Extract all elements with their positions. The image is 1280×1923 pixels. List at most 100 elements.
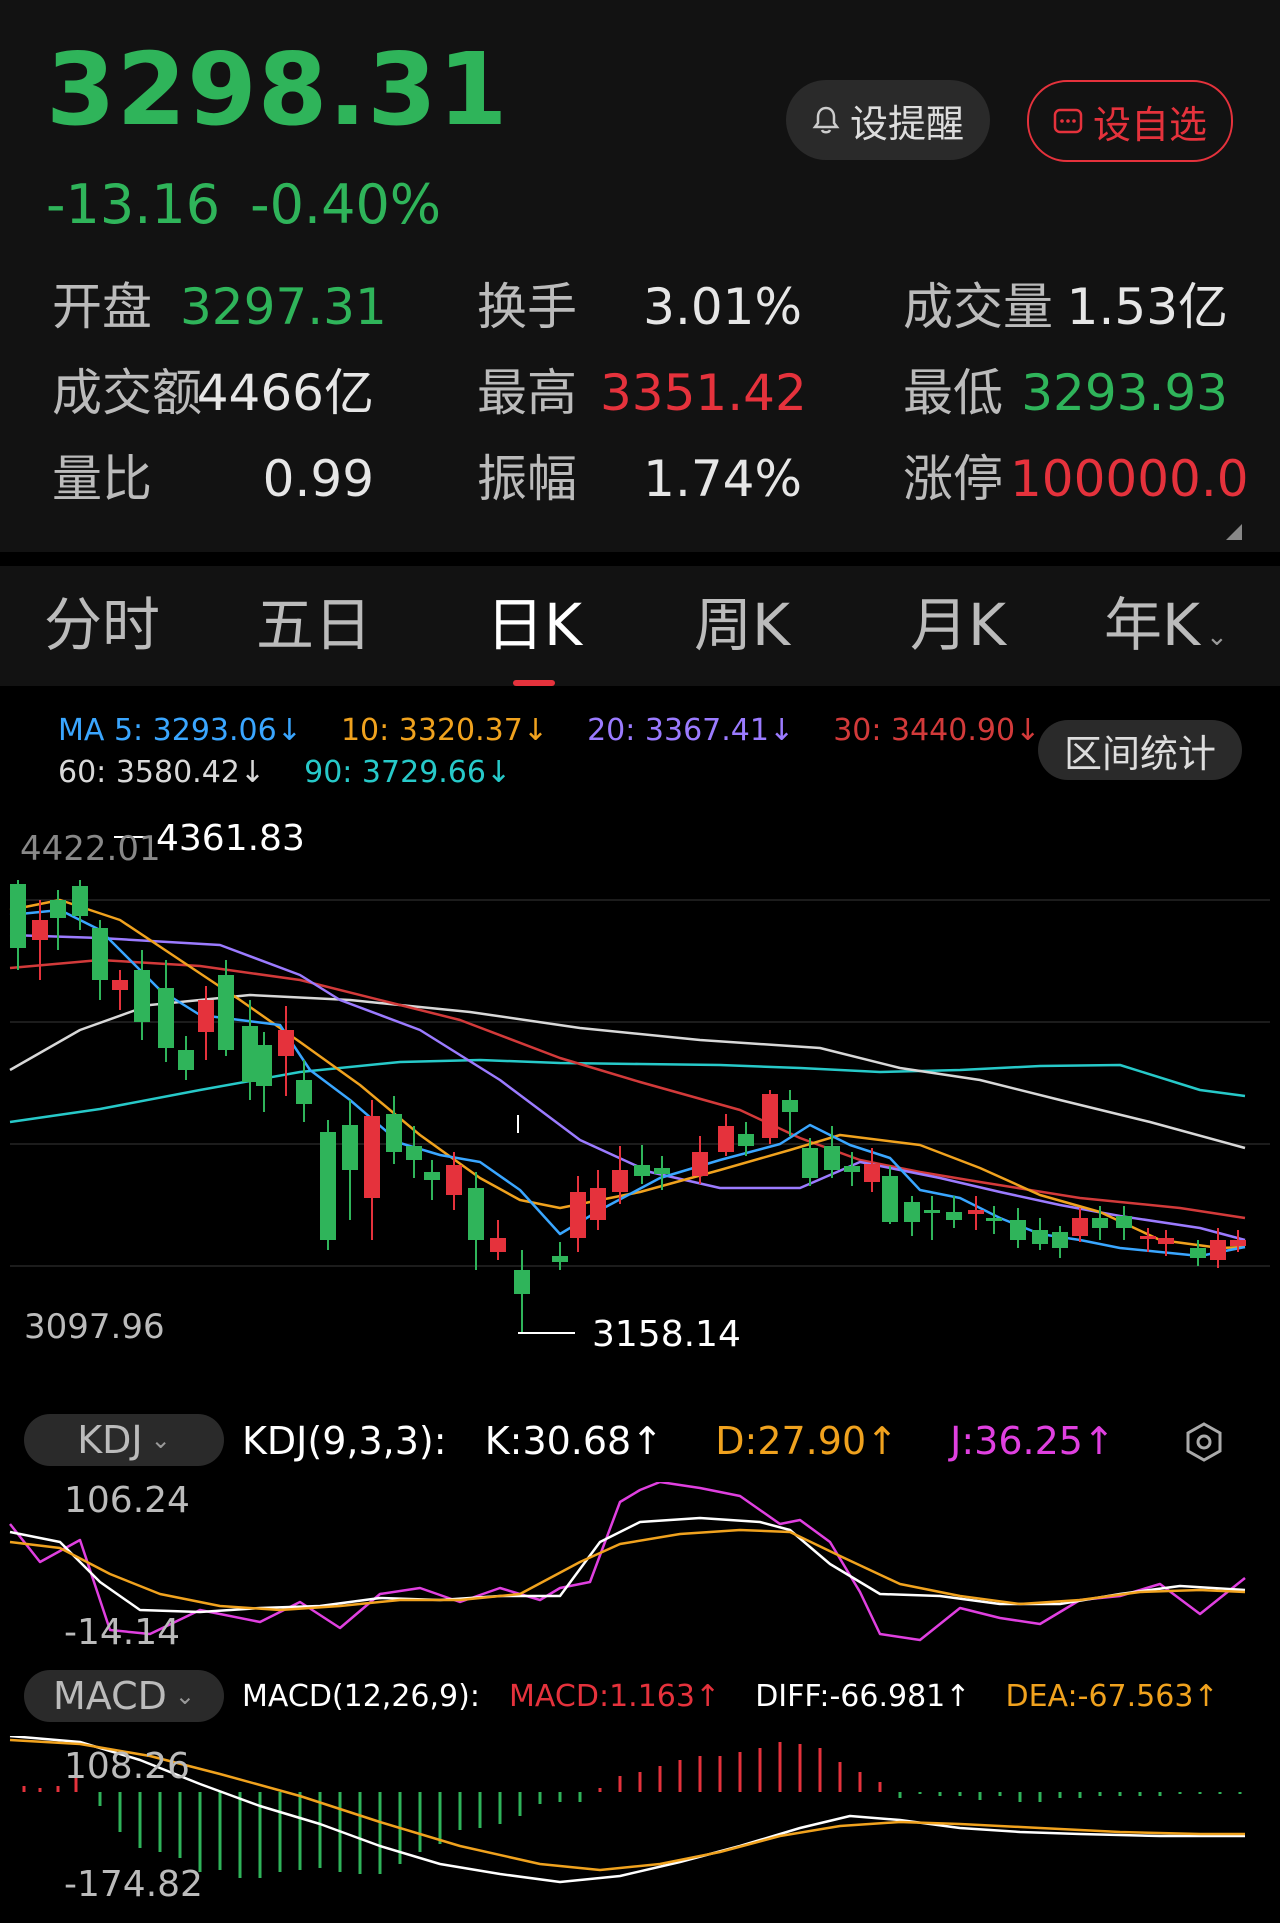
stat-value-volume: 1.53亿 [1066, 278, 1228, 336]
macd-dea-line [9, 1738, 1245, 1872]
macd-bar [918, 1792, 922, 1794]
candle-body [386, 1114, 402, 1152]
set-alert-button[interactable]: 设提醒 [786, 80, 990, 160]
macd-bar [538, 1792, 542, 1804]
candle-body [424, 1172, 440, 1180]
candle-body [1032, 1230, 1048, 1244]
macd-bar [38, 1788, 42, 1792]
kdj-y-top: 106.24 [64, 1482, 190, 1521]
bell-icon [812, 106, 840, 134]
candle-body [946, 1212, 962, 1220]
candle-body [468, 1188, 484, 1240]
macd-bar [1178, 1792, 1182, 1794]
macd-bar [678, 1760, 682, 1792]
kdj-chart[interactable]: 106.24 -14.14 [0, 1482, 1280, 1652]
macd-selector-label: MACD [52, 1674, 167, 1718]
set-alert-label: 设提醒 [849, 101, 964, 146]
macd-y-top: 108.26 [64, 1746, 190, 1787]
y-bottom-label: 3097.96 [24, 1307, 165, 1347]
tab-intraday[interactable]: 分时 [44, 596, 160, 654]
stat-value-open: 3297.31 [180, 278, 387, 336]
macd-bar [158, 1792, 162, 1852]
candle-body [924, 1210, 940, 1213]
settings-icon[interactable] [1182, 1420, 1226, 1464]
macd-bar [1158, 1792, 1162, 1796]
candle-body [782, 1100, 798, 1112]
candle-body [218, 975, 234, 1050]
candle-body [278, 1030, 294, 1056]
candle-body [364, 1116, 380, 1198]
macd-bar [1118, 1792, 1122, 1796]
tab-yearly-k[interactable]: 年K ⌄ [1104, 596, 1228, 654]
tab-monthly-k[interactable]: 月K [910, 596, 1006, 654]
candle-body [1158, 1238, 1174, 1244]
tab-daily-k[interactable]: 日K [486, 596, 582, 654]
candle-body [802, 1148, 818, 1178]
macd-bar [978, 1792, 982, 1800]
macd-bar [1238, 1792, 1242, 1794]
macd-bar [698, 1756, 702, 1792]
stat-value-turnover: 3.01% [643, 278, 802, 336]
ma60-line [9, 993, 1246, 1150]
candle-body [296, 1080, 312, 1104]
macd-bar [778, 1742, 782, 1792]
ma5-label: MA 5: 3293.06↓ [58, 713, 302, 748]
y-top-label: 4422.01 [20, 829, 161, 869]
macd-bar [1198, 1792, 1202, 1794]
candle-body [92, 928, 108, 980]
tab-yearly-k-label: 年K [1104, 591, 1201, 659]
chevron-down-icon: ⌄ [150, 1426, 171, 1454]
add-watchlist-label: 设自选 [1092, 102, 1207, 147]
kline-chart[interactable]: 4422.01 4361.83 3158.14 3097.96 [0, 800, 1280, 1375]
macd-bar [278, 1792, 282, 1872]
macd-chart[interactable]: 108.26 -174.82 [0, 1736, 1280, 1923]
tab-weekly-k[interactable]: 周K [694, 596, 790, 654]
macd-bar [22, 1786, 26, 1792]
macd-bar [758, 1748, 762, 1792]
candle-body [864, 1164, 880, 1182]
chevron-down-icon: ⌄ [174, 1682, 196, 1710]
kdj-k-line [9, 1516, 1246, 1614]
candle-body [986, 1218, 1002, 1221]
macd-bar [358, 1792, 362, 1874]
ma-legend-row-2: 60: 3580.42↓ 90: 3729.66↓ [58, 758, 511, 788]
kdj-d-value: D:27.90↑ [715, 1419, 898, 1463]
stat-label-open: 开盘 [52, 278, 152, 336]
tab-five-day[interactable]: 五日 [256, 596, 372, 654]
macd-bar [218, 1792, 222, 1870]
candle-body [1010, 1220, 1026, 1240]
candle-body [762, 1094, 778, 1138]
macd-bar [1078, 1792, 1082, 1798]
macd-selector[interactable]: MACD ⌄ [24, 1670, 224, 1722]
macd-bar [998, 1792, 1002, 1796]
candle-body [242, 1026, 258, 1082]
macd-value: MACD:1.163↑ [509, 1679, 721, 1714]
stat-label-high: 最高 [477, 364, 577, 422]
stat-label-turnover: 换手 [477, 278, 577, 336]
stat-label-volume: 成交量 [903, 278, 1053, 336]
expand-corner-icon[interactable] [1226, 524, 1242, 540]
add-watchlist-button[interactable]: 设自选 [1027, 80, 1233, 162]
candle-body [32, 920, 48, 940]
macd-bar [938, 1792, 942, 1796]
stat-value-limit-up: 100000.0 [1010, 450, 1249, 508]
candle-body [1052, 1232, 1068, 1248]
macd-bar [198, 1792, 202, 1872]
macd-dea-value: DEA:-67.563↑ [1005, 1679, 1219, 1714]
candle-body [1116, 1216, 1132, 1228]
kdj-selector[interactable]: KDJ ⌄ [24, 1414, 224, 1466]
kdj-y-bottom: -14.14 [64, 1612, 180, 1652]
change-value: -13.16 [46, 173, 221, 236]
macd-bar [598, 1788, 602, 1792]
macd-bar [458, 1792, 462, 1830]
macd-bar [238, 1792, 242, 1878]
range-stats-button[interactable]: 区间统计 [1038, 720, 1242, 780]
candle-body [1072, 1218, 1088, 1236]
ma-lines [9, 898, 1246, 1258]
candle-body [514, 1270, 530, 1294]
candle-body [112, 980, 128, 990]
candle-body [738, 1134, 754, 1146]
candle-body [904, 1202, 920, 1222]
macd-bar [738, 1752, 742, 1792]
macd-bar [298, 1792, 302, 1870]
